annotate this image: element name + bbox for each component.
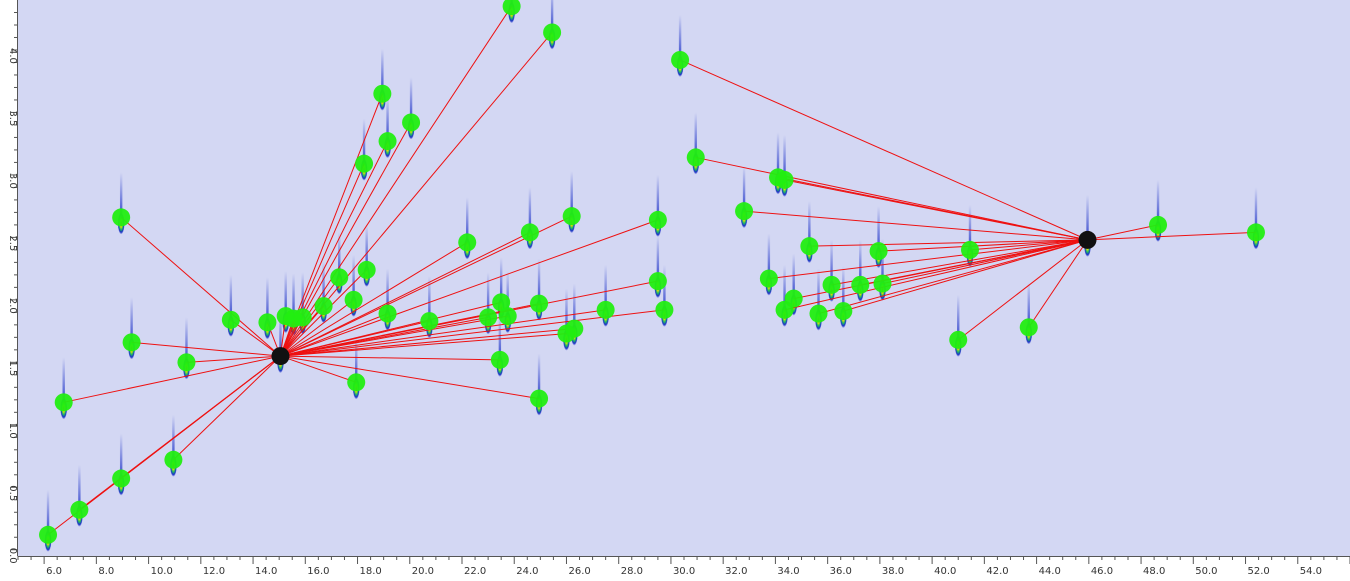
x-tick-label: 52.0 [1248,566,1270,577]
y-tick-label: 3.5 [7,110,18,126]
y-tick-label: 3.0 [7,173,18,189]
match-marker[interactable] [775,170,794,189]
match-marker[interactable] [378,132,397,151]
match-marker[interactable] [402,113,421,132]
match-marker[interactable] [655,300,674,319]
x-tick-label: 32.0 [725,566,747,577]
match-marker[interactable] [562,207,581,226]
match-marker[interactable] [735,202,754,221]
match-marker[interactable] [686,148,705,167]
match-marker[interactable] [530,389,549,408]
match-marker[interactable] [851,275,870,294]
match-marker[interactable] [596,300,615,319]
chart-svg: 6.0 8.0 10.0 12.0 14.0 16.0 18.0 20.0 22.0 24.0 26… [0,0,1350,577]
match-marker[interactable] [809,304,828,323]
reference-marker[interactable] [1078,230,1097,249]
x-tick-label: 26.0 [568,566,590,577]
x-tick-label: 38.0 [882,566,904,577]
y-tick-label: 1.0 [7,423,18,439]
match-marker[interactable] [822,275,841,294]
x-tick-label: 36.0 [830,566,852,577]
match-marker[interactable] [378,304,397,323]
match-marker[interactable] [960,240,979,259]
x-tick-label: 44.0 [1039,566,1061,577]
x-tick-label: 10.0 [151,566,173,577]
match-marker[interactable] [344,290,363,309]
x-tick-label: 8.0 [98,566,114,577]
match-marker[interactable] [293,308,312,327]
x-tick-label: 20.0 [412,566,434,577]
x-tick-label: 6.0 [46,566,62,577]
match-marker[interactable] [784,289,803,308]
match-marker[interactable] [759,269,778,288]
match-marker[interactable] [949,330,968,349]
x-tick-label: 42.0 [986,566,1008,577]
match-marker[interactable] [648,210,667,229]
y-tick-label: 4.0 [7,48,18,64]
match-marker[interactable] [869,242,888,261]
y-tick-label: 0.0 [7,548,18,564]
x-tick-label: 34.0 [777,566,799,577]
x-tick-label: 46.0 [1091,566,1113,577]
match-marker[interactable] [498,307,517,326]
y-tick-label: 2.5 [7,235,18,251]
y-tick-label: 2.0 [7,298,18,314]
match-marker[interactable] [70,500,89,519]
match-marker[interactable] [357,260,376,279]
x-tick-label: 18.0 [360,566,382,577]
x-tick-label: 50.0 [1195,566,1217,577]
x-tick-label: 30.0 [673,566,695,577]
match-marker[interactable] [112,469,131,488]
match-marker[interactable] [490,350,509,369]
x-axis: 6.0 8.0 10.0 12.0 14.0 16.0 18.0 20.0 22.0 24.0 26… [0,556,1350,577]
match-marker[interactable] [458,233,477,252]
match-marker[interactable] [834,302,853,321]
y-axis: 0.0 0.5 1.0 1.5 2.0 2.5 3.0 3.5 4.0 [0,0,18,564]
match-marker[interactable] [221,310,240,329]
match-marker[interactable] [122,333,141,352]
match-marker[interactable] [520,223,539,242]
match-marker[interactable] [1149,215,1168,234]
x-tick-label: 22.0 [464,566,486,577]
match-marker[interactable] [873,274,892,293]
match-marker[interactable] [164,450,183,469]
x-tick-label: 40.0 [934,566,956,577]
match-marker[interactable] [177,353,196,372]
match-marker[interactable] [373,84,392,103]
x-tick-label: 14.0 [255,566,277,577]
match-marker[interactable] [355,154,374,173]
match-marker[interactable] [258,313,277,332]
match-marker[interactable] [39,525,58,544]
match-marker[interactable] [648,272,667,291]
match-marker[interactable] [800,237,819,256]
plot-background [18,0,1350,556]
match-marker[interactable] [565,319,584,338]
x-tick-label: 48.0 [1143,566,1165,577]
match-marker[interactable] [112,208,131,227]
match-marker[interactable] [330,268,349,287]
reference-marker[interactable] [271,347,290,366]
x-tick-label: 28.0 [621,566,643,577]
match-marker[interactable] [54,393,73,412]
x-tick-label: 54.0 [1300,566,1322,577]
match-marker[interactable] [1246,223,1265,242]
match-marker[interactable] [543,23,562,42]
match-marker[interactable] [479,308,498,327]
x-tick-label: 12.0 [203,566,225,577]
match-marker[interactable] [347,373,366,392]
match-marker[interactable] [671,50,690,69]
x-tick-label: 24.0 [516,566,538,577]
y-tick-label: 1.5 [7,360,18,376]
match-marker[interactable] [314,297,333,316]
x-tick-label: 16.0 [307,566,329,577]
match-marker[interactable] [420,312,439,331]
y-tick-label: 0.5 [7,485,18,501]
match-marker[interactable] [1019,318,1038,337]
gcxgc-chart: 6.0 8.0 10.0 12.0 14.0 16.0 18.0 20.0 22.0 24.0 26… [0,0,1350,577]
match-marker[interactable] [530,294,549,313]
